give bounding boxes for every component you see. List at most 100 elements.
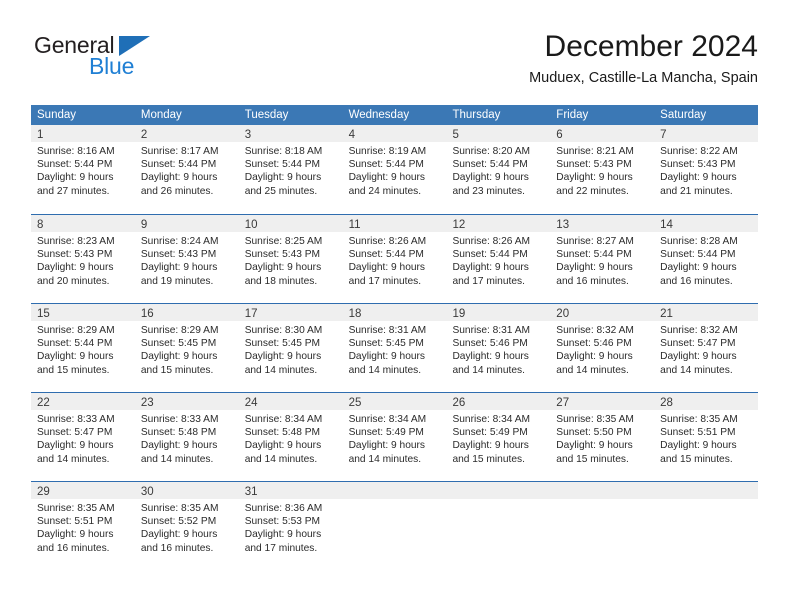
sunrise-text: Sunrise: 8:34 AM: [244, 414, 323, 425]
sunrise-text: Sunrise: 8:20 AM: [452, 146, 531, 157]
day-cell[interactable]: 16 Sunrise: 8:29 AM Sunset: 5:45 PM Dayl…: [134, 304, 239, 392]
day-cell[interactable]: 26 Sunrise: 8:34 AM Sunset: 5:49 PM Dayl…: [446, 393, 551, 481]
day-number-band: 10: [238, 215, 343, 232]
day-cell[interactable]: 10 Sunrise: 8:25 AM Sunset: 5:43 PM Dayl…: [238, 215, 343, 303]
daylight-text-line1: Daylight: 9 hours: [556, 262, 633, 274]
day-details: Sunrise: 8:26 AM Sunset: 5:44 PM Dayligh…: [343, 232, 447, 288]
daylight-text-line1: Daylight: 9 hours: [140, 172, 218, 184]
daylight-text-line1: Daylight: 9 hours: [660, 262, 737, 274]
day-number-band: 29: [31, 482, 135, 499]
day-details: Sunrise: 8:32 AM Sunset: 5:47 PM Dayligh…: [654, 321, 758, 377]
day-number-band: 4: [342, 125, 447, 142]
day-cell[interactable]: 8 Sunrise: 8:23 AM Sunset: 5:43 PM Dayli…: [31, 215, 135, 303]
sunrise-text: Sunrise: 8:35 AM: [37, 503, 115, 514]
sunrise-text: Sunrise: 8:19 AM: [348, 146, 427, 157]
daylight-text-line2: and 22 minutes.: [556, 185, 629, 197]
day-cell[interactable]: 31 Sunrise: 8:36 AM Sunset: 5:53 PM Dayl…: [238, 482, 343, 570]
day-cell[interactable]: 1 Sunrise: 8:16 AM Sunset: 5:44 PM Dayli…: [31, 125, 135, 214]
sunrise-text: Sunrise: 8:18 AM: [244, 146, 323, 157]
day-cell[interactable]: 3 Sunrise: 8:18 AM Sunset: 5:44 PM Dayli…: [238, 125, 343, 214]
calendar-week-row: 8 Sunrise: 8:23 AM Sunset: 5:43 PM Dayli…: [31, 214, 759, 303]
sunset-text: Sunset: 5:49 PM: [452, 427, 528, 439]
daylight-text-line2: and 19 minutes.: [140, 275, 214, 287]
sunrise-text: Sunrise: 8:17 AM: [140, 146, 219, 157]
sunrise-text: Sunrise: 8:33 AM: [37, 414, 115, 425]
daylight-text-line2: and 14 minutes.: [140, 453, 214, 465]
day-cell[interactable]: 12 Sunrise: 8:26 AM Sunset: 5:44 PM Dayl…: [446, 215, 551, 303]
weekday-header-thursday: Thursday: [452, 109, 501, 121]
day-number: 7: [660, 129, 667, 141]
day-number-band: [550, 482, 655, 499]
sunset-text: Sunset: 5:44 PM: [556, 249, 632, 261]
day-cell[interactable]: 6 Sunrise: 8:21 AM Sunset: 5:43 PM Dayli…: [550, 125, 655, 214]
day-cell[interactable]: 23 Sunrise: 8:33 AM Sunset: 5:48 PM Dayl…: [134, 393, 239, 481]
day-number-band: 28: [654, 393, 759, 410]
day-number: 22: [37, 397, 50, 409]
daylight-text-line2: and 14 minutes.: [244, 364, 318, 376]
day-cell[interactable]: 5 Sunrise: 8:20 AM Sunset: 5:44 PM Dayli…: [446, 125, 551, 214]
daylight-text-line2: and 16 minutes.: [660, 275, 733, 287]
sunset-text: Sunset: 5:43 PM: [37, 249, 113, 261]
calendar-week-row: 15 Sunrise: 8:29 AM Sunset: 5:44 PM Dayl…: [31, 303, 759, 392]
day-cell[interactable]: 25 Sunrise: 8:34 AM Sunset: 5:49 PM Dayl…: [342, 393, 447, 481]
day-cell[interactable]: 17 Sunrise: 8:30 AM Sunset: 5:45 PM Dayl…: [238, 304, 343, 392]
day-cell[interactable]: 29 Sunrise: 8:35 AM Sunset: 5:51 PM Dayl…: [31, 482, 135, 570]
daylight-text-line1: Daylight: 9 hours: [452, 172, 529, 184]
day-cell[interactable]: 13 Sunrise: 8:27 AM Sunset: 5:44 PM Dayl…: [550, 215, 655, 303]
day-cell[interactable]: 11 Sunrise: 8:26 AM Sunset: 5:44 PM Dayl…: [342, 215, 447, 303]
day-cell[interactable]: 22 Sunrise: 8:33 AM Sunset: 5:47 PM Dayl…: [31, 393, 135, 481]
daylight-text-line2: and 25 minutes.: [244, 185, 318, 197]
day-details: Sunrise: 8:17 AM Sunset: 5:44 PM Dayligh…: [135, 142, 239, 198]
logo-word-blue: Blue: [89, 53, 135, 79]
day-details: Sunrise: 8:27 AM Sunset: 5:44 PM Dayligh…: [550, 232, 654, 288]
day-cell[interactable]: 19 Sunrise: 8:31 AM Sunset: 5:46 PM Dayl…: [446, 304, 551, 392]
day-cell[interactable]: 4 Sunrise: 8:19 AM Sunset: 5:44 PM Dayli…: [342, 125, 447, 214]
day-number-band: 3: [238, 125, 343, 142]
day-number: 12: [452, 219, 466, 231]
daylight-text-line2: and 26 minutes.: [140, 185, 214, 197]
day-cell[interactable]: 20 Sunrise: 8:32 AM Sunset: 5:46 PM Dayl…: [550, 304, 655, 392]
day-cell[interactable]: 2 Sunrise: 8:17 AM Sunset: 5:44 PM Dayli…: [134, 125, 239, 214]
day-cell[interactable]: 30 Sunrise: 8:35 AM Sunset: 5:52 PM Dayl…: [134, 482, 239, 570]
day-cell[interactable]: 15 Sunrise: 8:29 AM Sunset: 5:44 PM Dayl…: [31, 304, 135, 392]
sunset-text: Sunset: 5:44 PM: [244, 159, 321, 171]
day-cell[interactable]: 27 Sunrise: 8:35 AM Sunset: 5:50 PM Dayl…: [550, 393, 655, 481]
day-cell[interactable]: 28 Sunrise: 8:35 AM Sunset: 5:51 PM Dayl…: [654, 393, 759, 481]
calendar-week-row: 29 Sunrise: 8:35 AM Sunset: 5:51 PM Dayl…: [31, 481, 759, 570]
page-title: December 2024: [544, 30, 758, 63]
day-number: 11: [348, 219, 361, 231]
day-details: Sunrise: 8:22 AM Sunset: 5:43 PM Dayligh…: [654, 142, 758, 198]
day-number-band: 16: [134, 304, 239, 321]
day-cell[interactable]: 9 Sunrise: 8:24 AM Sunset: 5:43 PM Dayli…: [134, 215, 239, 303]
day-number-band: [654, 482, 759, 499]
sunset-text: Sunset: 5:53 PM: [244, 516, 321, 528]
daylight-text-line1: Daylight: 9 hours: [452, 262, 529, 274]
day-number-band: 2: [134, 125, 239, 142]
day-cell-empty: [342, 482, 447, 570]
day-details: Sunrise: 8:35 AM Sunset: 5:52 PM Dayligh…: [135, 499, 239, 555]
day-cell[interactable]: 18 Sunrise: 8:31 AM Sunset: 5:45 PM Dayl…: [342, 304, 447, 392]
generalblue-logo[interactable]: General Blue: [31, 32, 221, 92]
day-number-band: 9: [134, 215, 239, 232]
day-number: 26: [452, 397, 466, 409]
day-cell-empty: [550, 482, 655, 570]
sunrise-text: Sunrise: 8:29 AM: [140, 325, 219, 336]
day-cell[interactable]: 21 Sunrise: 8:32 AM Sunset: 5:47 PM Dayl…: [654, 304, 759, 392]
daylight-text-line2: and 15 minutes.: [660, 453, 733, 465]
daylight-text-line1: Daylight: 9 hours: [452, 351, 529, 363]
daylight-text-line2: and 20 minutes.: [37, 275, 110, 287]
daylight-text-line1: Daylight: 9 hours: [348, 440, 426, 452]
day-details: Sunrise: 8:19 AM Sunset: 5:44 PM Dayligh…: [343, 142, 447, 198]
daylight-text-line1: Daylight: 9 hours: [348, 262, 426, 274]
day-number-band: 11: [342, 215, 447, 232]
day-details: Sunrise: 8:30 AM Sunset: 5:45 PM Dayligh…: [239, 321, 343, 377]
day-details: Sunrise: 8:26 AM Sunset: 5:44 PM Dayligh…: [446, 232, 550, 288]
sunrise-text: Sunrise: 8:31 AM: [452, 325, 531, 336]
day-number-band: 12: [446, 215, 551, 232]
day-cell[interactable]: 14 Sunrise: 8:28 AM Sunset: 5:44 PM Dayl…: [654, 215, 759, 303]
day-cell[interactable]: 7 Sunrise: 8:22 AM Sunset: 5:43 PM Dayli…: [654, 125, 759, 214]
sunset-text: Sunset: 5:44 PM: [348, 159, 424, 171]
day-number: 10: [244, 219, 258, 231]
page-header: General Blue December 2024 Muduex, Casti…: [31, 28, 758, 100]
day-cell[interactable]: 24 Sunrise: 8:34 AM Sunset: 5:48 PM Dayl…: [238, 393, 343, 481]
